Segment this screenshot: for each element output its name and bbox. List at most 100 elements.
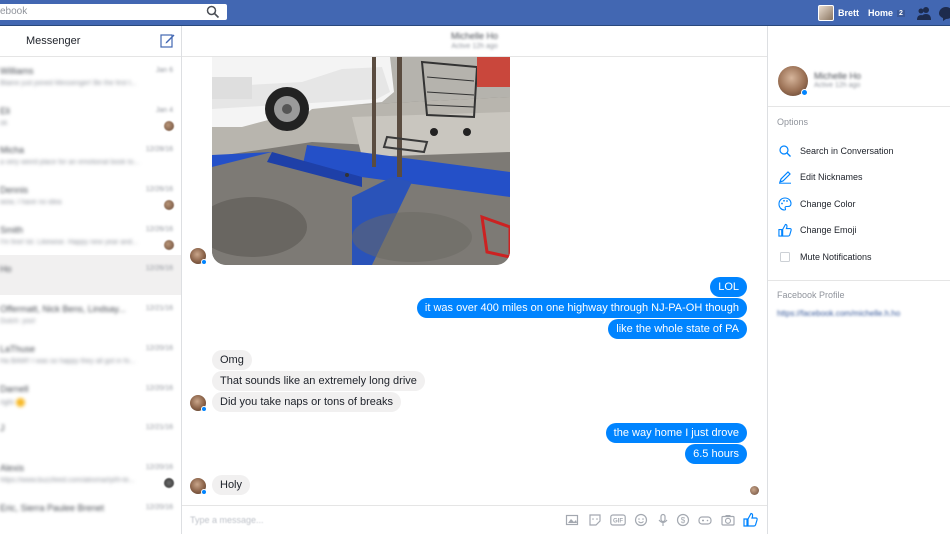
conversation-snippet: https://www.buzzfeed.com/alexmarlyl/h-te… [0,476,135,484]
mute-notifications-option[interactable]: Mute Notifications [768,248,950,268]
profile-link[interactable]: Brett [818,0,859,26]
edit-nicknames-option[interactable]: Edit Nicknames [768,168,950,188]
conversation-item[interactable]: Alexis https://www.buzzfeed.com/alexmarl… [0,454,181,494]
facebook-profile-link[interactable]: https://facebook.com/michelle.h.ho [777,309,900,318]
emoji-icon[interactable] [634,513,648,527]
conversation-name: Dennis [0,185,29,196]
svg-text:GIF: GIF [613,519,623,525]
search-icon [779,145,791,157]
friend-requests-icon[interactable] [916,5,932,21]
microphone-icon[interactable] [656,513,670,527]
conversation-name: Offermatt, Nick Bens, Lindsay... [0,304,126,315]
conversation-date: 12/26/16 [145,265,173,273]
conversation-name: LaThuse [0,343,36,354]
read-receipt-avatar [750,486,759,495]
message-input[interactable]: Type a message... [190,515,264,525]
gif-icon[interactable]: GIF [610,513,626,527]
conversation-list: Williams Blaine just joined Messenger! B… [0,57,181,533]
contact-profile-avatar[interactable] [778,66,808,96]
user-avatar [818,5,834,21]
home-link[interactable]: Home 2 [868,0,905,26]
seen-avatar [164,477,174,488]
thumbs-up-send-icon[interactable] [743,512,758,527]
conversation-date: 12/20/16 [145,344,173,352]
search-icon[interactable] [206,5,220,19]
new-message-icon[interactable] [160,33,175,48]
messages-icon[interactable] [939,5,950,21]
seen-avatar [164,200,174,211]
contact-profile-name[interactable]: Michelle Ho [814,71,861,81]
conversation-details-panel: Michelle Ho Active 12h ago Options Searc… [767,26,950,534]
sticker-icon[interactable] [588,513,602,527]
option-label: Mute Notifications [800,252,872,262]
conversation-item[interactable]: Eli ok Jan 4 [0,97,181,137]
camera-icon[interactable] [721,513,735,527]
conversation-name: Alexis [0,462,25,473]
top-navigation-bar: ebook Brett Home 2 [0,0,950,26]
snippet-text: right [0,398,14,406]
sent-message: the way home I just drove [605,423,747,443]
change-emoji-option[interactable]: Change Emoji [768,221,950,241]
payment-icon[interactable]: $ [676,513,690,527]
conversation-item[interactable]: J 12/21/16 [0,414,181,454]
user-name: Brett [838,8,860,18]
seen-avatar [164,120,174,131]
conversation-snippet: Blaine just joined Messenger! Be the fir… [0,80,137,87]
conversation-snippet: a very weird place for an emotional book… [0,159,140,167]
conversation-date: Jan 4 [155,106,173,114]
thumbs-up-icon [778,223,792,237]
option-label: Change Emoji [800,225,857,235]
online-indicator [201,259,207,265]
conversation-date: 12/21/16 [145,424,173,432]
conversation-item[interactable]: LaThuse Ha BAM!! I was so happy they all… [0,335,181,375]
sidebar-header: Messenger [0,26,181,57]
sent-message: 6.5 hours [685,444,747,464]
sent-message: like the whole state of PA [608,319,747,339]
conversation-item[interactable]: Dennis wow, I have no idea 12/26/16 [0,176,181,216]
conversation-list-panel: Messenger Williams Blaine just joined Me… [0,26,182,534]
divider [768,106,950,107]
conversation-name: Williams [0,66,34,76]
chat-contact-status: Active 12h ago [451,43,498,50]
sent-message: LOL [710,277,747,297]
search-in-conversation-option[interactable]: Search in Conversation [768,142,950,162]
conversation-name: Eric, Sierra Paulee Brenet [0,502,105,513]
chat-header: Michelle Ho Active 12h ago [182,26,767,57]
conversation-date: Jan 6 [155,67,173,74]
conversation-snippet: right [0,397,25,407]
conversation-item-active[interactable]: Ho 12/26/16 [0,255,181,296]
home-label: Home [868,8,894,18]
options-heading: Options [777,117,809,127]
search-input[interactable]: ebook [0,4,227,20]
conversation-item[interactable]: Offermatt, Nick Bens, Lindsay... Dutch: … [0,295,181,335]
conversation-snippet: wow, I have no idea [0,199,62,207]
online-indicator [801,89,808,96]
option-label: Edit Nicknames [800,172,863,182]
contact-avatar[interactable] [190,478,207,495]
received-message: Holy [212,475,251,495]
change-color-option[interactable]: Change Color [768,195,950,215]
conversation-item[interactable]: Eric, Sierra Paulee Brenet 12/20/16 [0,494,181,534]
message-composer[interactable]: Type a message... GIF $ [182,505,767,534]
conversation-item[interactable]: Darnell right 12/20/16 [0,375,181,415]
conversation-item[interactable]: Smith I'm fine! lol. Likewise. Happy new… [0,216,181,256]
conversation-date: 12/20/16 [145,384,173,392]
received-message: Did you take naps or tons of breaks [212,392,402,412]
chat-panel: Michelle Ho Active 12h ago LOL it was ov… [182,26,767,534]
conversation-item[interactable]: Williams Blaine just joined Messenger! B… [0,57,181,97]
received-message: Omg [212,350,252,370]
conversation-item[interactable]: Micha a very weird place for an emotiona… [0,136,181,176]
contact-avatar[interactable] [190,248,207,265]
contact-avatar[interactable] [190,395,207,412]
conversation-snippet: I'm fine! lol. Likewise. Happy new year … [0,238,138,246]
option-label: Change Color [800,199,856,209]
camera-roll-icon[interactable] [565,513,579,527]
checkbox-icon[interactable] [778,250,792,264]
shared-photo[interactable] [212,57,510,265]
game-controller-icon[interactable] [698,513,712,527]
received-message: That sounds like an extremely long drive [212,371,425,391]
conversation-date: 12/26/16 [145,186,173,194]
chat-contact-name[interactable]: Michelle Ho [182,31,767,41]
conversation-snippet: Ha BAM!! I was so happy they all got in … [0,357,136,365]
home-count-badge: 2 [897,9,905,17]
